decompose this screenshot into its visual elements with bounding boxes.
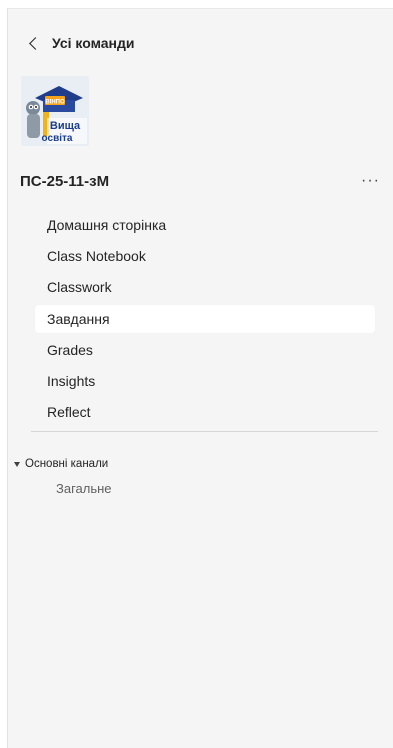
caret-down-icon — [14, 461, 20, 467]
back-label: Усі команди — [52, 35, 135, 51]
svg-text:ВІНПО: ВІНПО — [45, 100, 65, 106]
team-nav: Домашня сторінка Class Notebook Classwor… — [35, 211, 375, 429]
divider — [31, 431, 378, 432]
nav-item-insights[interactable]: Insights — [35, 367, 375, 395]
channels-section-label: Основні канали — [25, 458, 109, 470]
channel-item-general[interactable]: Загальне — [56, 481, 112, 496]
svg-text:освіта: освіта — [42, 133, 73, 144]
team-sidebar-panel: Усі команди ВІНПО Вища освіта ПС-25-11-з… — [7, 8, 393, 748]
back-to-all-teams-button[interactable]: Усі команди — [28, 35, 135, 51]
team-header: ПС-25-11-зМ ··· — [20, 169, 382, 193]
nav-item-assignments[interactable]: Завдання — [35, 304, 375, 333]
team-logo-image: ВІНПО Вища освіта — [21, 76, 89, 146]
nav-item-class-notebook[interactable]: Class Notebook — [35, 242, 375, 270]
svg-text:Вища: Вища — [50, 120, 81, 132]
team-logo: ВІНПО Вища освіта — [21, 76, 89, 146]
team-name: ПС-25-11-зМ — [20, 172, 110, 190]
nav-item-grades[interactable]: Grades — [35, 336, 375, 364]
channels-section-toggle[interactable]: Основні канали — [14, 458, 108, 470]
nav-item-home[interactable]: Домашня сторінка — [35, 211, 375, 239]
nav-item-classwork[interactable]: Classwork — [35, 273, 375, 301]
nav-item-reflect[interactable]: Reflect — [35, 398, 375, 426]
chevron-left-icon — [29, 36, 42, 50]
more-options-icon[interactable]: ··· — [359, 173, 382, 189]
